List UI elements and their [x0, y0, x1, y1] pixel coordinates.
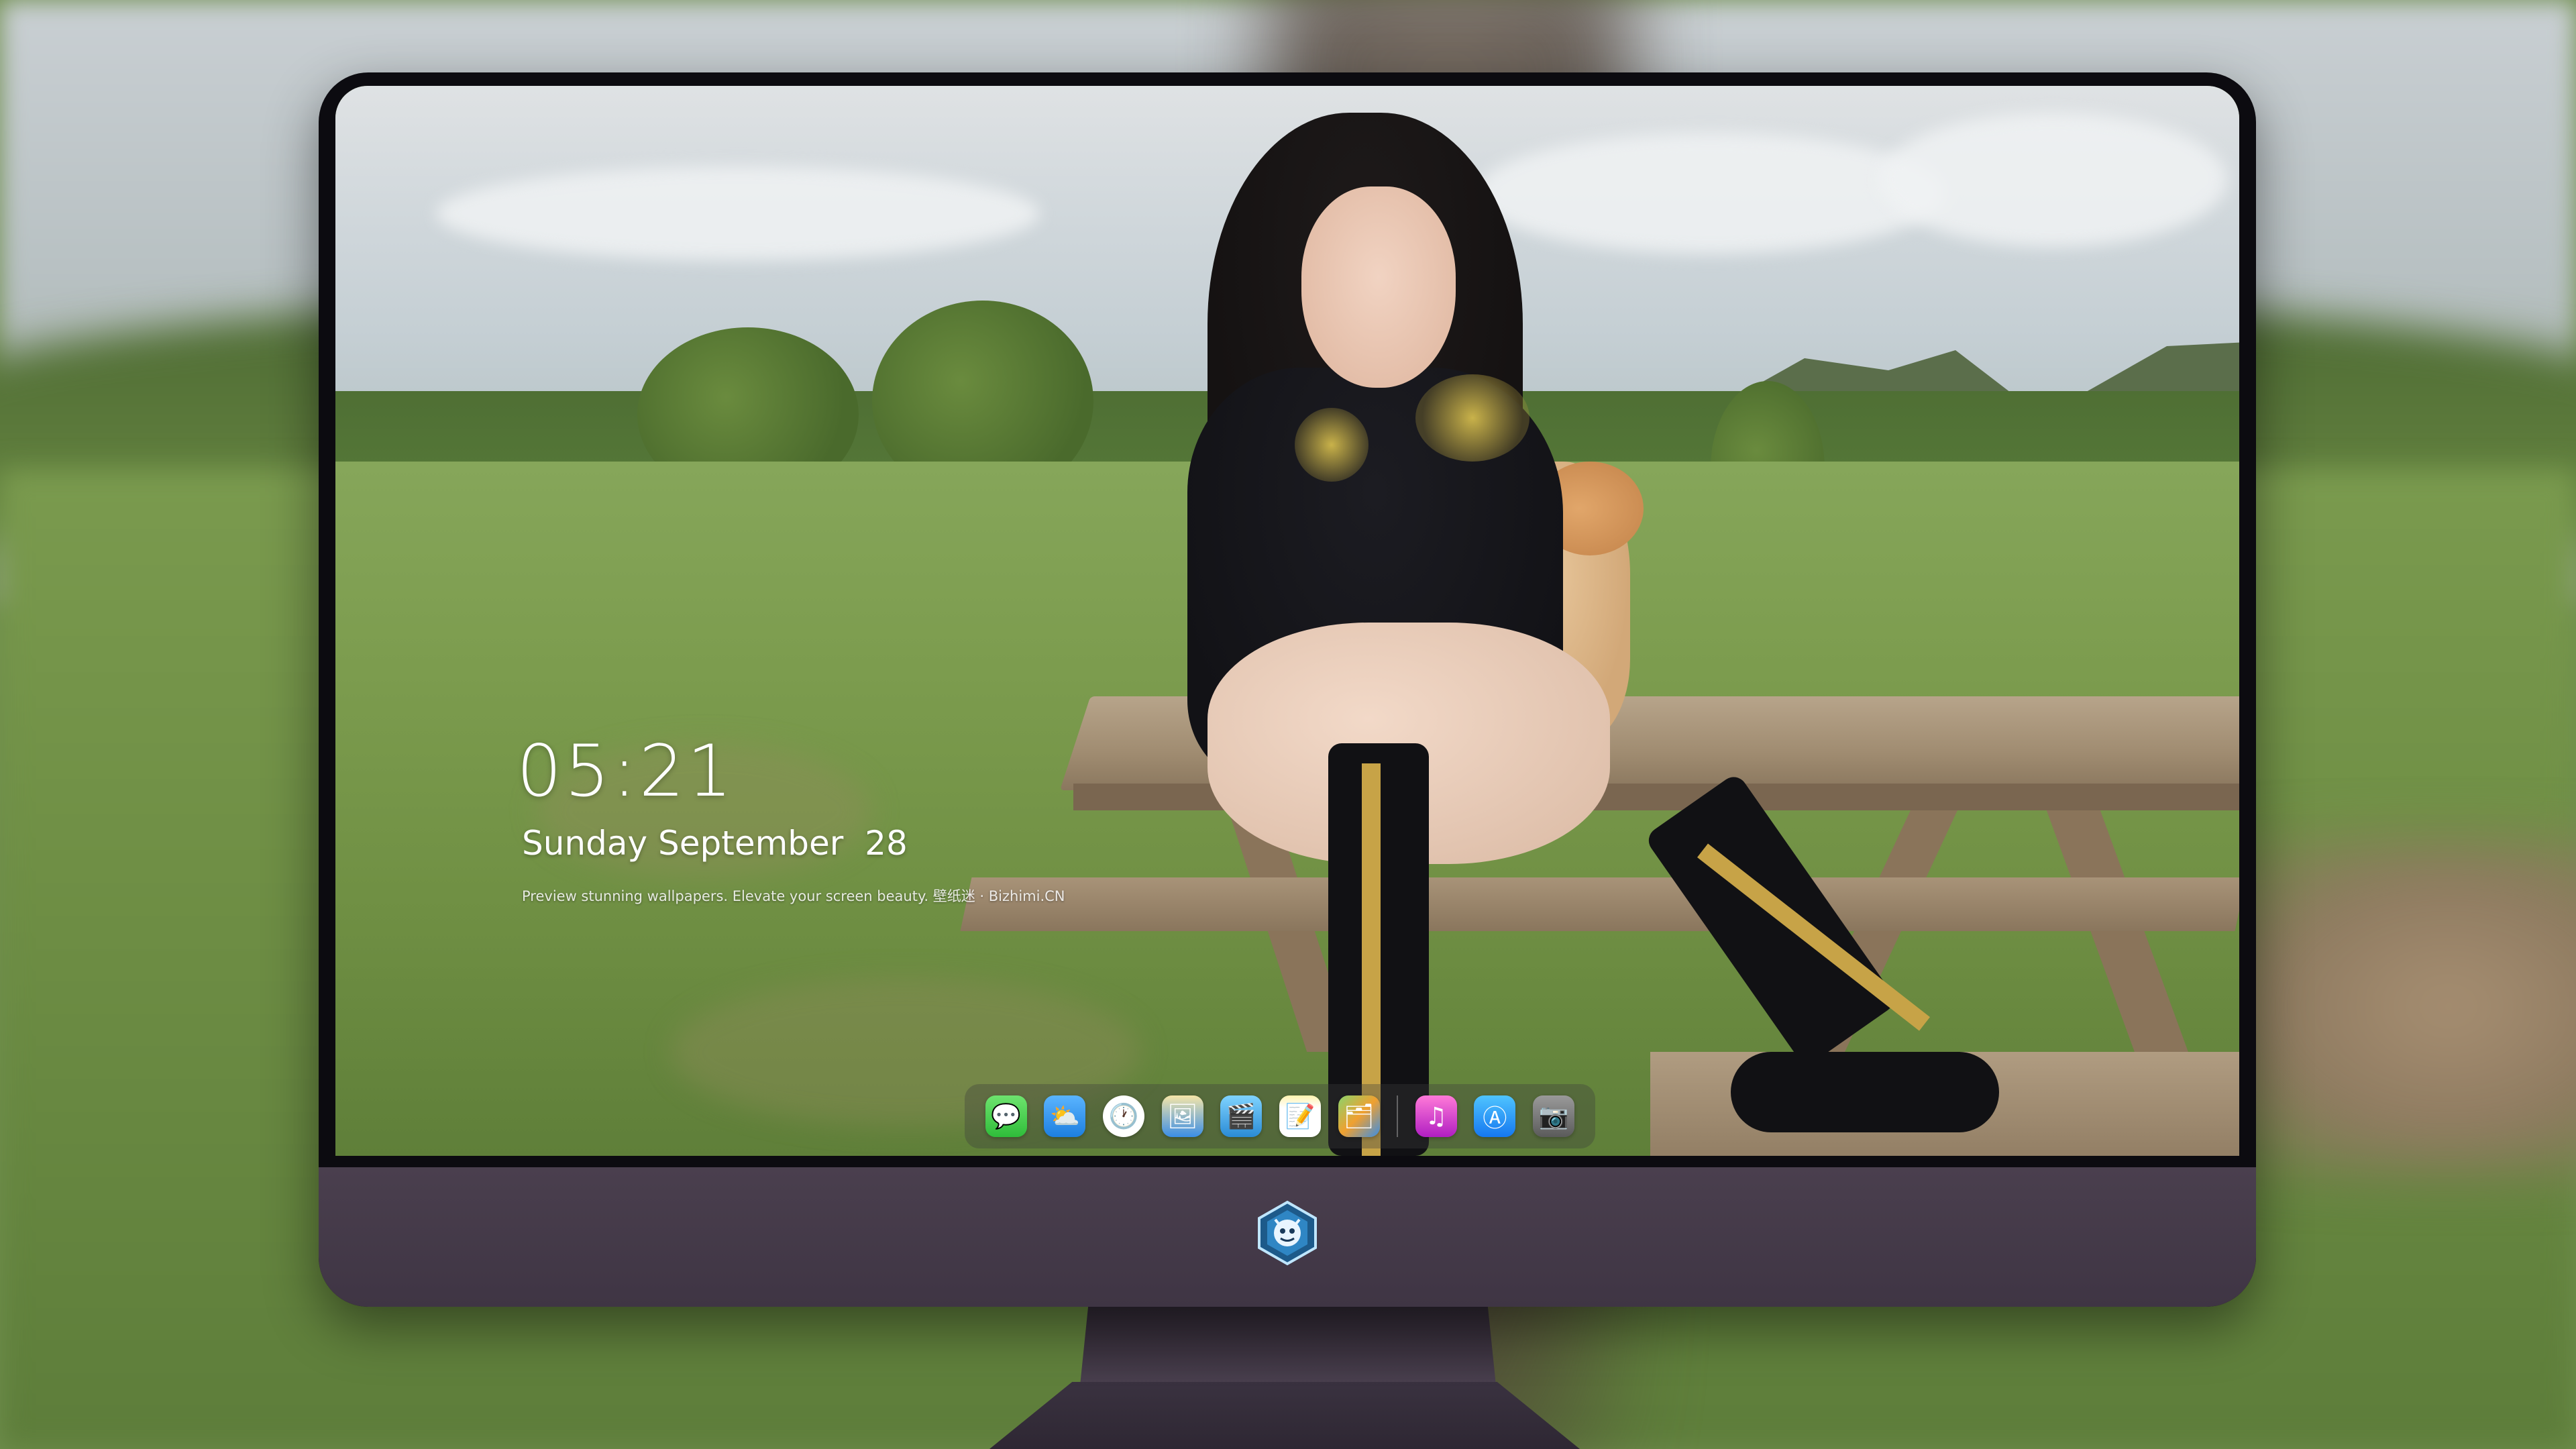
background-table-blur: [2214, 839, 2576, 1174]
wallpaper-sweater-embroidery: [1295, 408, 1368, 482]
app-store-icon[interactable]: Ⓐ: [1474, 1095, 1516, 1137]
clapper-glyph: 🎬: [1226, 1103, 1256, 1130]
wallpaper-boot-sole: [1731, 1052, 1999, 1132]
notes-icon[interactable]: 📝: [1279, 1095, 1321, 1137]
dragon-emblem-logo: [1258, 1200, 1317, 1266]
monitor-stand-foot: [989, 1382, 1580, 1449]
preview-glyph: 🖼: [1167, 1103, 1198, 1130]
desktop-scene: 05:21 Sunday September 28 Preview stunni…: [0, 0, 2576, 1449]
lock-clock: 05:21: [517, 730, 735, 812]
notes-glyph: 📝: [1285, 1103, 1316, 1130]
wallpaper-cloud: [1476, 133, 1945, 254]
photos-glyph: 🗂: [1343, 1103, 1375, 1130]
lock-screen[interactable]: 05:21 Sunday September 28 Preview stunni…: [335, 86, 2239, 1156]
clapper-icon[interactable]: 🎬: [1220, 1095, 1263, 1137]
camera-icon[interactable]: 📷: [1533, 1095, 1575, 1137]
dock: 💬 ⛅ 🕐 🖼 🎬 📝 🗂 ♫ Ⓐ 📷: [965, 1084, 1595, 1148]
wallpaper-figure-face: [1301, 186, 1456, 388]
weather-glyph: ⛅: [1050, 1103, 1080, 1130]
weather-icon[interactable]: ⛅: [1044, 1095, 1086, 1137]
wallpaper-caption: Preview stunning wallpapers. Elevate you…: [522, 888, 1065, 904]
lock-date: Sunday September 28: [522, 824, 908, 863]
wallpaper-sweater-embroidery: [1415, 374, 1529, 462]
music-glyph: ♫: [1425, 1102, 1447, 1130]
wallpaper-bench: [960, 877, 2239, 931]
messages-icon[interactable]: 💬: [985, 1095, 1027, 1137]
preview-icon[interactable]: 🖼: [1161, 1095, 1203, 1137]
wallpaper-cloud: [436, 166, 1040, 260]
music-icon[interactable]: ♫: [1415, 1095, 1457, 1137]
clock-icon[interactable]: 🕐: [1103, 1095, 1145, 1137]
dock-separator: [1397, 1095, 1399, 1137]
clock-glyph: 🕐: [1108, 1103, 1139, 1130]
camera-glyph: 📷: [1538, 1103, 1569, 1130]
photos-icon[interactable]: 🗂: [1338, 1095, 1380, 1137]
monitor-stand-neck: [1080, 1305, 1496, 1385]
wallpaper-cloud: [1878, 113, 2227, 247]
messages-glyph: 💬: [991, 1103, 1022, 1130]
app-store-glyph: Ⓐ: [1483, 1105, 1507, 1132]
